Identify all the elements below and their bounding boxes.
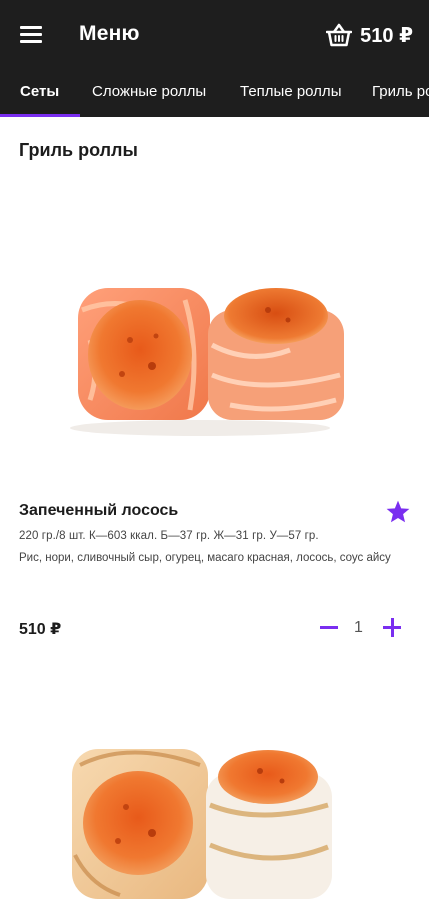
active-tab-indicator (0, 114, 80, 117)
app-header: Меню 510 ₽ (0, 0, 429, 70)
tab-warm-rolls[interactable]: Теплые роллы (240, 83, 341, 100)
category-tabs: Сеты Сложные роллы Теплые роллы Гриль ро… (0, 70, 429, 117)
product-image[interactable] (60, 270, 360, 440)
tab-sets[interactable]: Сеты (20, 83, 59, 100)
product-description: Рис, нори, сливочный сыр, огурец, масаго… (19, 552, 391, 564)
cart-total: 510 ₽ (360, 24, 413, 47)
plus-icon[interactable] (381, 617, 403, 639)
cart-button[interactable]: 510 ₽ (326, 20, 413, 50)
minus-icon[interactable] (318, 617, 340, 639)
product-price: 510 ₽ (19, 621, 62, 638)
tab-grill-rolls[interactable]: Гриль роллы (372, 83, 429, 100)
page-title: Меню (79, 22, 140, 45)
basket-icon (326, 23, 353, 47)
section-title: Гриль роллы (19, 140, 138, 160)
product-image[interactable] (60, 735, 360, 900)
product-spec: 220 гр./8 шт. К—603 ккал. Б—37 гр. Ж—31 … (19, 530, 319, 542)
product-name[interactable]: Запеченный лосось (19, 502, 178, 520)
star-icon[interactable] (385, 499, 411, 525)
tab-complex-rolls[interactable]: Сложные роллы (92, 83, 206, 100)
hamburger-icon[interactable] (20, 26, 42, 44)
quantity-value: 1 (354, 619, 363, 636)
